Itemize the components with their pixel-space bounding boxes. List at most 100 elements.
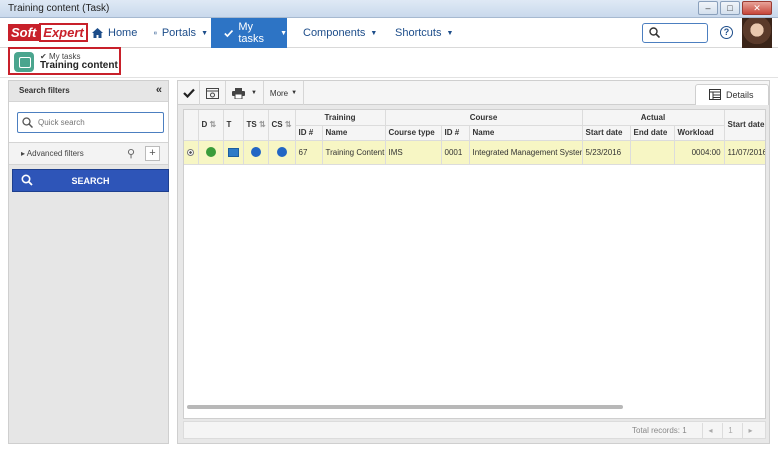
- page-title: Training content: [40, 60, 118, 71]
- radio-icon: [187, 148, 195, 156]
- maximize-button[interactable]: □: [720, 1, 740, 15]
- search-filters-panel: Search filters « ▸ Advanced filters ⚲ + …: [8, 80, 169, 444]
- total-records: Total records: 1: [632, 426, 687, 435]
- cell-training-name: Training Content: [322, 140, 386, 165]
- column-header-cs[interactable]: CS ⇅: [268, 110, 296, 141]
- search-icon: [22, 117, 33, 128]
- user-avatar[interactable]: [742, 18, 772, 48]
- print-icon: [232, 87, 246, 99]
- nav-my-tasks[interactable]: My tasks ▼: [211, 18, 287, 48]
- nav-shortcuts[interactable]: Shortcuts ▼: [390, 18, 454, 48]
- details-icon: [709, 89, 721, 100]
- column-header-ts[interactable]: TS ⇅: [243, 110, 269, 141]
- column-header-workload[interactable]: Workload: [674, 125, 725, 141]
- window-title: Training content (Task): [8, 3, 110, 14]
- cell-ts: [243, 140, 269, 165]
- global-search-input[interactable]: [642, 23, 708, 43]
- select-column-header: [184, 110, 199, 141]
- chevron-down-icon: ▼: [291, 90, 298, 96]
- training-content-icon: [14, 52, 34, 72]
- search-button[interactable]: SEARCH: [12, 169, 169, 192]
- cell-course-type: IMS: [385, 140, 442, 165]
- help-icon[interactable]: ?: [720, 26, 733, 39]
- check-icon: [224, 29, 234, 37]
- cell-actual-start: 5/23/2016: [582, 140, 631, 165]
- nav-portals[interactable]: Portals ▼: [154, 18, 208, 48]
- grid-footer: Total records: 1 ◂ 1 ▸: [183, 421, 766, 439]
- close-button[interactable]: ✕: [742, 1, 772, 15]
- group-header-row: D ⇅ T TS ⇅ CS ⇅ Training Course Actual S…: [184, 110, 765, 141]
- status-up-icon: [205, 147, 216, 157]
- nav-home[interactable]: Home: [92, 18, 140, 48]
- add-filter-button[interactable]: +: [145, 146, 160, 161]
- quick-search-input[interactable]: [38, 115, 158, 130]
- view-record-button[interactable]: [200, 81, 226, 105]
- cell-actual-end: [630, 140, 675, 165]
- advanced-filters-row: ▸ Advanced filters ⚲ +: [9, 143, 168, 165]
- next-page-button[interactable]: ▸: [742, 423, 758, 438]
- column-header-actual-end[interactable]: End date: [630, 125, 675, 141]
- cell-start-date: 11/07/2016: [724, 140, 765, 165]
- cell-workload: 0004:00: [674, 140, 725, 165]
- print-button[interactable]: ▼: [226, 81, 264, 105]
- chevron-down-icon: ▼: [446, 29, 454, 37]
- column-header-d[interactable]: D ⇅: [198, 110, 224, 141]
- collapse-icon[interactable]: «: [156, 84, 162, 96]
- advanced-filters-toggle[interactable]: ▸ Advanced filters: [21, 149, 84, 158]
- chevron-down-icon: ▼: [251, 90, 257, 96]
- results-panel: ▼ More ▼ Details D ⇅ T TS ⇅ CS ⇅ Trainin…: [177, 80, 770, 444]
- play-icon: [250, 147, 261, 157]
- cell-course-id: 0001: [441, 140, 470, 165]
- quick-search-field[interactable]: [17, 112, 164, 133]
- softexpert-logo: Soft Expert: [8, 23, 88, 42]
- portals-icon: [154, 31, 157, 35]
- column-header-training-id[interactable]: ID #: [295, 125, 323, 141]
- clear-filters-icon[interactable]: ⚲: [127, 147, 135, 160]
- execute-button[interactable]: [178, 81, 200, 105]
- checkmark-icon: [182, 88, 195, 98]
- window-controls: – □ ✕: [698, 1, 772, 15]
- row-select-radio[interactable]: [184, 140, 199, 165]
- column-header-course-id[interactable]: ID #: [441, 125, 470, 141]
- table-row[interactable]: 67 Training Content IMS 0001 Integrated …: [184, 140, 765, 165]
- chevron-down-icon: ▼: [370, 29, 378, 37]
- filters-header: Search filters «: [9, 81, 168, 101]
- prev-page-button[interactable]: ◂: [702, 423, 718, 438]
- column-header-actual-start[interactable]: Start date: [582, 125, 631, 141]
- sort-icon: ⇅: [209, 120, 217, 130]
- play-icon: [276, 147, 287, 157]
- records-grid: D ⇅ T TS ⇅ CS ⇅ Training Course Actual S…: [183, 109, 766, 419]
- cell-cs: [268, 140, 296, 165]
- tab-details[interactable]: Details: [695, 84, 769, 105]
- chevron-down-icon: ▼: [280, 29, 287, 37]
- column-header-course-name[interactable]: Name: [469, 125, 583, 141]
- sort-icon: ⇅: [258, 120, 266, 130]
- sort-icon: ⇅: [284, 120, 292, 130]
- horizontal-scrollbar[interactable]: [187, 405, 623, 409]
- chevron-right-icon: ▸: [21, 149, 26, 158]
- home-icon: [92, 28, 103, 38]
- grid-toolbar: ▼ More ▼ Details: [178, 81, 769, 105]
- cell-course-name: Integrated Management System: [469, 140, 583, 165]
- search-icon: [649, 27, 660, 38]
- group-header-training: Training: [295, 110, 386, 126]
- cell-d: [198, 140, 224, 165]
- nav-components[interactable]: Components ▼: [298, 18, 377, 48]
- cell-t: [223, 140, 244, 165]
- top-navigation: Soft Expert Home Portals ▼ My tasks ▼ Com…: [0, 18, 778, 48]
- column-header-course-type[interactable]: Course type: [385, 125, 442, 141]
- column-header-training-name[interactable]: Name: [322, 125, 386, 141]
- records-table: D ⇅ T TS ⇅ CS ⇅ Training Course Actual S…: [184, 110, 765, 165]
- group-header-course: Course: [385, 110, 583, 126]
- more-menu-button[interactable]: More ▼: [264, 81, 304, 105]
- column-header-start-date[interactable]: Start date: [724, 110, 765, 141]
- column-header-t[interactable]: T: [223, 110, 244, 141]
- minimize-button[interactable]: –: [698, 1, 718, 15]
- view-icon: [206, 87, 219, 99]
- quick-search-area: [9, 101, 168, 143]
- task-type-icon: [227, 147, 239, 157]
- group-header-actual: Actual: [582, 110, 725, 126]
- window-title-bar: Training content (Task) – □ ✕: [0, 0, 778, 18]
- page-number[interactable]: 1: [722, 423, 738, 438]
- cell-training-id: 67: [295, 140, 323, 165]
